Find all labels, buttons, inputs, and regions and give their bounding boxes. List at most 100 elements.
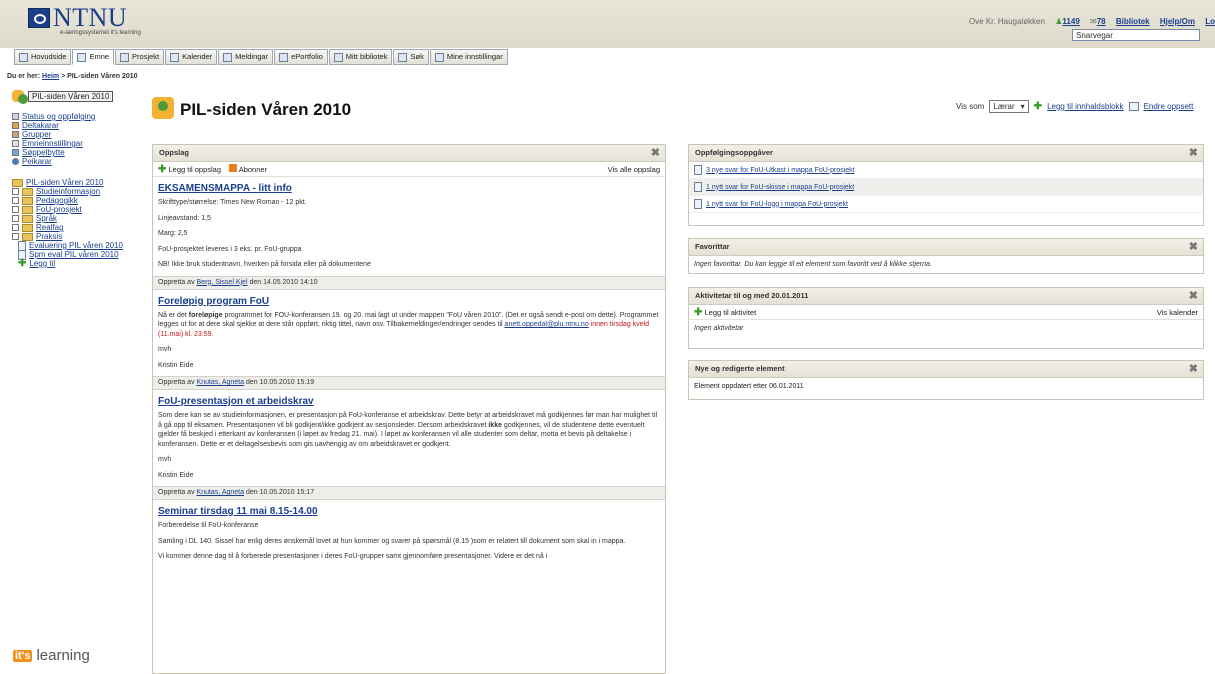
sidebar-settings[interactable]: Emneinnstillingar [22, 139, 83, 148]
sidebar-trash[interactable]: Søppelbytte [22, 148, 65, 157]
tree-studieinformasjon[interactable]: Studieinformasjon [36, 187, 100, 196]
library-icon [333, 52, 343, 62]
post-body: Som dere kan se av studieinformasjonen, … [158, 412, 658, 448]
tab-mine-innstillingar[interactable]: Mine innstillingar [429, 49, 508, 65]
page-title: PIL-siden Våren 2010 [180, 100, 352, 119]
folder-icon [22, 232, 33, 241]
expand-icon[interactable] [12, 233, 19, 240]
role-select[interactable]: Lærar ▾ [989, 100, 1029, 113]
task-link[interactable]: 1 nytt svar for FoU-skisse i mappa FoU-p… [706, 184, 854, 191]
post-1-link[interactable]: EKSAMENSMAPPA - litt info [158, 183, 292, 194]
add-icon: ✚ [694, 306, 703, 318]
post-3-link[interactable]: FoU-presentasjon et arbeidskrav [158, 396, 314, 407]
close-icon[interactable]: ✖ [651, 145, 660, 161]
author-link[interactable]: Berg, Sissel Kjel [197, 279, 248, 286]
close-icon[interactable]: ✖ [1189, 361, 1198, 377]
tree-praksis[interactable]: Praksis [36, 232, 62, 241]
add-activity-link[interactable]: Legg til aktivitet [704, 308, 756, 317]
sidebar-groups[interactable]: Grupper [22, 130, 51, 139]
expand-icon[interactable] [12, 197, 19, 204]
tree-spm-eval[interactable]: Spm eval PIL våren 2010 [29, 250, 119, 259]
logo-subtitle: e-læringssystemet it's learning [60, 30, 141, 36]
list-item: 1 nytt svar for FoU-skisse i mappa FoU-p… [689, 179, 1203, 196]
rss-icon [229, 164, 238, 172]
sidebar-participants[interactable]: Deltakarar [22, 121, 59, 130]
folder-icon [22, 187, 33, 196]
count-b-link[interactable]: 78 [1097, 17, 1106, 26]
edit-layout-link[interactable]: Endre oppsett [1144, 102, 1194, 111]
add-icon: ✚ [18, 258, 27, 269]
tree-root[interactable]: PIL-siden Våren 2010 [26, 178, 103, 187]
tab-eportfolio[interactable]: ePortfolio [274, 49, 328, 65]
participants-icon [12, 122, 19, 129]
sidebar-links[interactable]: Peikarar [22, 157, 52, 166]
post-4-link[interactable]: Seminar tirsdag 11 mai 8.15-14.00 [158, 506, 318, 517]
expand-icon[interactable] [12, 224, 19, 231]
tree-evaluering[interactable]: Evaluering PIL våren 2010 [29, 241, 123, 250]
user-name[interactable]: Ove Kr. Haugaløkken [969, 17, 1045, 26]
tree-pedagogikk[interactable]: Pedagogikk [36, 196, 78, 205]
shortcut-select[interactable]: Snarvegar [1072, 29, 1200, 41]
add-content-block-link[interactable]: Legg til innhaldsblokk [1047, 102, 1124, 111]
breadcrumb-home-link[interactable]: Heim [42, 73, 59, 80]
course-icon [77, 52, 87, 62]
close-icon[interactable]: ✖ [1189, 288, 1198, 304]
new-elements-panel: Nye og redigerte element ✖ Element oppda… [688, 360, 1204, 400]
new-elements-text: Element oppdatert etter 06.01.2011 [694, 383, 804, 390]
tab-emne[interactable]: Emne [72, 49, 115, 65]
expand-icon[interactable] [12, 215, 19, 222]
trash-icon [12, 149, 19, 156]
post-line: Vi kommer denne dag til å forberede pres… [158, 553, 548, 560]
tab-prosjekt[interactable]: Prosjekt [115, 49, 165, 65]
status-icon [12, 113, 19, 120]
add-post-link[interactable]: Legg til oppslag [168, 165, 221, 174]
post-sign: Kristin Eide [158, 361, 194, 369]
logout-link[interactable]: Lo [1205, 17, 1215, 26]
posts-panel: Oppslag ✖ ✚ Legg til oppslag Abonner Vis… [152, 144, 666, 674]
activity-panel: Aktivitetar til og med 20.01.2011 ✖ ✚ Le… [688, 287, 1204, 349]
email-link[interactable]: anett.oppedal@plu.ntnu.no [505, 321, 589, 328]
course-menu-button[interactable]: PIL-siden Våren 2010 [12, 90, 137, 104]
post-2-link[interactable]: Foreløpig program FoU [158, 296, 269, 307]
count-a-link[interactable]: 1149 [1062, 17, 1079, 26]
author-link[interactable]: Knutas, Agneta [197, 379, 244, 386]
portfolio-icon [279, 52, 289, 62]
tree-add[interactable]: Legg til [29, 259, 55, 268]
post-sign: mvh [158, 456, 172, 463]
tab-meldingar[interactable]: Meldingar [218, 49, 274, 65]
favorites-panel: Favorittar ✖ Ingen favorittar. Du kan le… [688, 238, 1204, 274]
tab-kalender[interactable]: Kalender [165, 49, 218, 65]
settings-icon [12, 140, 19, 147]
tab-mitt-bibliotek[interactable]: Mitt bibliotek [328, 49, 393, 65]
tree-sprak[interactable]: Språk [36, 214, 57, 223]
close-icon[interactable]: ✖ [1189, 145, 1198, 161]
activity-empty-text: Ingen aktivitetar [694, 325, 744, 332]
chevron-down-icon: ▾ [1020, 102, 1025, 111]
tasks-panel: Oppfølgingsoppgåver ✖ 3 nye svar for FoU… [688, 144, 1204, 226]
expand-icon[interactable] [12, 188, 19, 195]
tree-fou-prosjekt[interactable]: FoU-prosjekt [36, 205, 82, 214]
breadcrumb: Du er her: Heim > PIL-siden Våren 2010 [7, 73, 138, 80]
close-icon[interactable]: ✖ [1189, 239, 1198, 255]
task-link[interactable]: 1 nytt svar for FoU-logg i mappa FoU-pro… [706, 201, 848, 208]
tree-realfag[interactable]: Realfag [36, 223, 64, 232]
post-body: Nå er det foreløpige programmet for FOU-… [158, 311, 659, 338]
search-icon [398, 52, 408, 62]
tab-sok[interactable]: Søk [393, 49, 429, 65]
show-calendar-link[interactable]: Vis kalender [1157, 308, 1198, 317]
subscribe-link[interactable]: Abonner [239, 165, 267, 174]
sidebar-status[interactable]: Status og oppfølging [22, 112, 95, 121]
document-icon [694, 199, 702, 209]
author-link[interactable]: Knutas, Agneta [197, 489, 244, 496]
show-all-posts-link[interactable]: Vis alle oppslag [608, 165, 660, 174]
task-link[interactable]: 3 nye svar for FoU-Utkast i mappa FoU-pr… [706, 167, 855, 174]
add-icon: ✚ [1033, 101, 1043, 112]
links-icon [12, 158, 19, 165]
tab-hovudside[interactable]: Hovudside [14, 49, 72, 65]
mail-icon [223, 52, 233, 62]
library-link[interactable]: Bibliotek [1116, 17, 1150, 26]
post-line: FoU-prosjektet leveres i 3 eks. pr. FoU-… [158, 245, 302, 253]
help-link[interactable]: Hjelp/Om [1160, 17, 1195, 26]
groups-icon [12, 131, 19, 138]
expand-icon[interactable] [12, 206, 19, 213]
